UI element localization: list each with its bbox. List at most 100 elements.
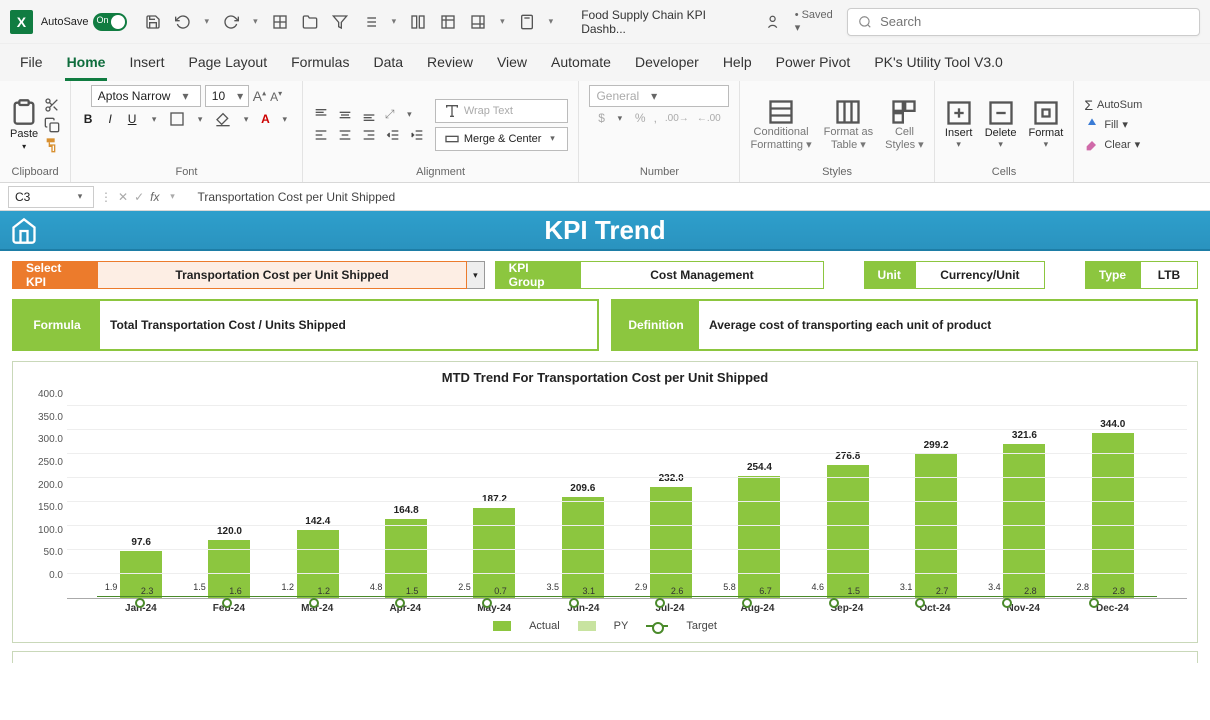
conditional-formatting-button[interactable]: ConditionalFormatting ▾ [750, 98, 811, 150]
sort-icon[interactable] [362, 14, 378, 30]
italic-button[interactable]: I [103, 112, 117, 126]
align-center-icon[interactable] [337, 127, 353, 143]
format-painter-icon[interactable] [44, 137, 60, 153]
chevron-down-icon[interactable]: ▾ [205, 16, 210, 27]
wrap-text-button[interactable]: Wrap Text [435, 99, 569, 123]
formula-input[interactable]: Transportation Cost per Unit Shipped [185, 190, 1202, 204]
indent-decrease-icon[interactable] [385, 127, 401, 143]
cancel-icon[interactable]: ✕ [118, 190, 128, 204]
kpi-group-control: KPI Group Cost Management [495, 261, 824, 289]
legend-target: Target [686, 620, 717, 632]
select-kpi-dropdown[interactable]: ▾ [467, 261, 485, 289]
chevron-down-icon[interactable]: ▾ [392, 16, 397, 27]
quick-access-toolbar: ▾ ▾ ▾ ▾ ▾ [145, 14, 554, 30]
tab-file[interactable]: File [18, 48, 45, 81]
align-left-icon[interactable] [313, 127, 329, 143]
search-input[interactable] [880, 14, 1189, 29]
group-cells: Insert▾ Delete▾ Format▾ Cells [935, 81, 1075, 182]
formula-bar: C3▾ ⋮ ✕ ✓ fx▾ Transportation Cost per Un… [0, 183, 1210, 211]
tab-automate[interactable]: Automate [549, 48, 613, 81]
pivot-icon[interactable] [470, 14, 486, 30]
format-as-table-button[interactable]: Format asTable ▾ [824, 98, 874, 150]
delete-icon [987, 99, 1015, 127]
percent-icon[interactable]: % [635, 111, 646, 125]
chevron-down-icon[interactable]: ▾ [500, 16, 505, 27]
font-size-combo[interactable]: 10▾ [205, 85, 249, 107]
redo-icon[interactable] [223, 14, 239, 30]
currency-icon[interactable]: $ [598, 111, 605, 125]
copy-icon[interactable] [44, 117, 60, 133]
bold-button[interactable]: B [81, 112, 95, 126]
fx-icon[interactable]: fx [150, 190, 159, 204]
delete-cells-button[interactable]: Delete▾ [985, 99, 1017, 150]
format-cells-button[interactable]: Format▾ [1028, 99, 1063, 150]
search-box[interactable] [847, 8, 1200, 36]
fill-color-icon[interactable] [215, 111, 231, 127]
comma-icon[interactable]: , [654, 111, 657, 125]
number-format-combo[interactable]: General▾ [589, 85, 729, 107]
enter-icon[interactable]: ✓ [134, 190, 144, 204]
insert-cells-button[interactable]: Insert▾ [945, 99, 973, 150]
home-icon[interactable] [10, 217, 38, 245]
chevron-down-icon[interactable]: ▾ [147, 114, 161, 125]
chart-title: MTD Trend For Transportation Cost per Un… [23, 370, 1187, 385]
fill-icon [1084, 117, 1100, 133]
decrease-font-icon[interactable]: A▾ [270, 89, 282, 104]
name-box[interactable]: C3▾ [8, 186, 94, 208]
indent-increase-icon[interactable] [409, 127, 425, 143]
open-icon[interactable] [302, 14, 318, 30]
freeze-icon[interactable] [410, 14, 426, 30]
ribbon: Paste ▾ Clipboard Aptos Narrow▾ 10▾ A▴ A… [0, 81, 1210, 183]
tab-data[interactable]: Data [371, 48, 405, 81]
tab-view[interactable]: View [495, 48, 529, 81]
tab-review[interactable]: Review [425, 48, 475, 81]
border-icon[interactable] [169, 111, 185, 127]
tab-page-layout[interactable]: Page Layout [186, 48, 269, 81]
orientation-icon[interactable]: ⤢ [385, 107, 395, 122]
merge-center-button[interactable]: Merge & Center▾ [435, 127, 569, 151]
tab-home[interactable]: Home [65, 48, 108, 81]
title-bar: X AutoSave On ▾ ▾ ▾ ▾ ▾ Food Supply Chai… [0, 0, 1210, 44]
align-middle-icon[interactable] [337, 107, 353, 123]
autosum-button[interactable]: ΣAutoSum [1084, 97, 1142, 113]
decrease-decimal-icon[interactable]: ←.00 [697, 113, 721, 124]
fill-button[interactable]: Fill ▾ [1084, 117, 1142, 133]
font-color-icon[interactable]: A [261, 112, 270, 126]
cut-icon[interactable] [44, 97, 60, 113]
tab-pk-utility[interactable]: PK's Utility Tool V3.0 [872, 48, 1004, 81]
undo-icon[interactable] [175, 14, 191, 30]
group-clipboard: Paste ▾ Clipboard [0, 81, 71, 182]
group-styles: ConditionalFormatting ▾ Format asTable ▾… [740, 81, 934, 182]
bar-Jan-24: 97.61.92.3 [117, 551, 165, 598]
tab-help[interactable]: Help [721, 48, 754, 81]
cell-styles-button[interactable]: CellStyles ▾ [885, 98, 924, 150]
align-right-icon[interactable] [361, 127, 377, 143]
borders-icon[interactable] [272, 14, 288, 30]
tab-insert[interactable]: Insert [127, 48, 166, 81]
select-kpi-value[interactable]: Transportation Cost per Unit Shipped [97, 261, 467, 289]
group-alignment: ⤢▾ Wrap Text Merge & Center▾ Alignment [303, 81, 580, 182]
calculator-icon[interactable] [519, 14, 535, 30]
paste-button[interactable]: Paste ▾ [10, 98, 38, 151]
save-icon[interactable] [145, 14, 161, 30]
font-name-combo[interactable]: Aptos Narrow▾ [91, 85, 201, 107]
filter-icon[interactable] [332, 14, 348, 30]
saved-status[interactable]: • Saved ▾ [795, 9, 839, 34]
increase-decimal-icon[interactable]: .00→ [665, 113, 689, 124]
align-bottom-icon[interactable] [361, 107, 377, 123]
underline-button[interactable]: U [125, 112, 139, 126]
clear-button[interactable]: Clear ▾ [1084, 137, 1142, 153]
chevron-down-icon[interactable]: ▾ [549, 16, 554, 27]
align-top-icon[interactable] [313, 107, 329, 123]
autosave-toggle[interactable]: AutoSave On [41, 13, 127, 31]
table-icon[interactable] [440, 14, 456, 30]
tab-power-pivot[interactable]: Power Pivot [774, 48, 853, 81]
tab-formulas[interactable]: Formulas [289, 48, 351, 81]
tab-developer[interactable]: Developer [633, 48, 701, 81]
switch-icon[interactable]: On [93, 13, 127, 31]
legend-swatch-actual [493, 621, 511, 631]
chevron-down-icon[interactable]: ▾ [253, 16, 258, 27]
increase-font-icon[interactable]: A▴ [253, 88, 266, 104]
share-icon[interactable] [765, 14, 780, 30]
bar-Jul-24: 232.02.92.6 [647, 487, 695, 598]
